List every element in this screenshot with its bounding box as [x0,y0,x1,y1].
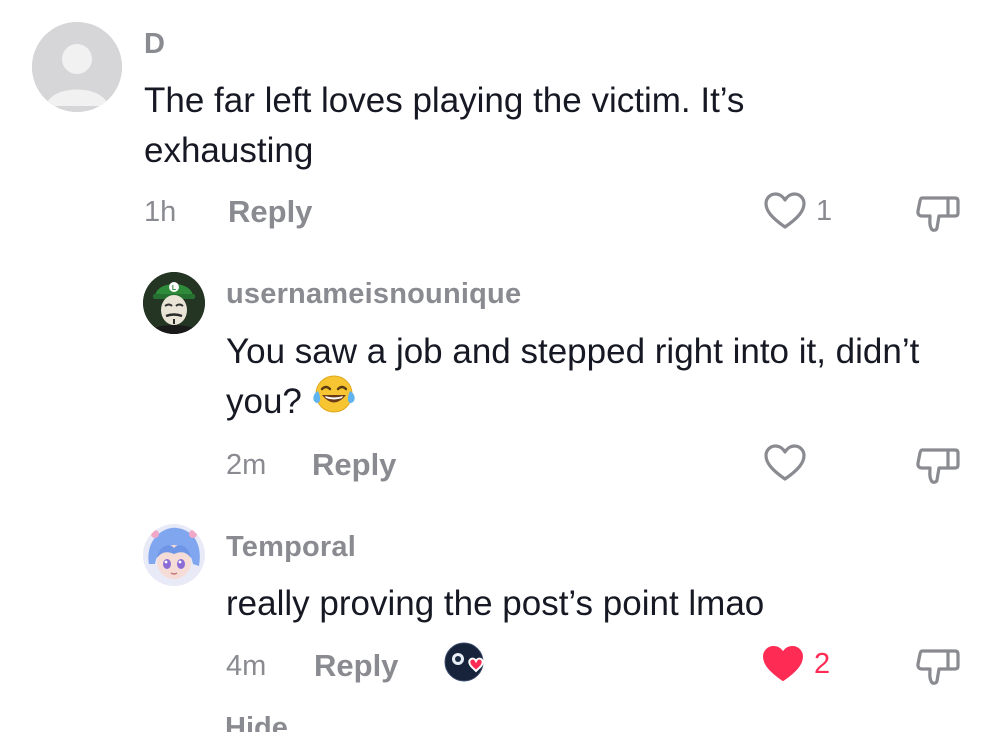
comment-time: 4m [226,650,267,682]
dislike-button[interactable] [915,444,961,486]
avatar[interactable] [32,22,122,112]
comment-time: 2m [226,449,267,481]
comment-username[interactable]: Temporal [226,531,356,564]
svg-text:L: L [172,285,177,292]
like-count: 2 [814,647,831,680]
like-button[interactable]: 1 [764,192,832,230]
heart-outline-icon [764,192,806,229]
reply-button[interactable]: Reply [228,194,312,230]
like-button[interactable]: 2 [762,645,830,683]
comment-text: You saw a job and stepped right into it,… [226,327,946,430]
face-with-tears-of-joy-icon [312,372,356,430]
thumbs-down-icon [916,196,960,232]
reply-button[interactable]: Reply [314,648,398,684]
comment-text: really proving the post’s point lmao [226,584,765,623]
default-avatar-icon [32,22,122,112]
dislike-button[interactable] [915,645,961,687]
reply-button[interactable]: Reply [312,447,396,483]
avatar[interactable] [143,524,205,586]
comment-text: The far left loves playing the victim. I… [144,81,745,170]
heart-outline-icon [764,444,806,481]
hide-replies-button[interactable]: Hide [225,712,288,732]
heart-filled-icon [763,646,803,681]
comments-thread: D The far left loves playing the victim.… [0,0,1000,732]
anime-character-avatar-icon [143,524,205,586]
like-button[interactable] [764,444,816,482]
like-count: 1 [816,194,833,227]
avatar[interactable]: L [143,272,205,334]
thumbs-down-icon [916,649,960,685]
dislike-button[interactable] [915,192,961,234]
comment-username[interactable]: D [144,28,165,61]
comment-username[interactable]: usernameisnounique [226,278,521,311]
thumbs-down-icon [916,448,960,484]
creator-liked-avatar [444,640,490,686]
masked-luigi-avatar-icon: L [143,272,205,334]
comment-time: 1h [144,196,177,228]
